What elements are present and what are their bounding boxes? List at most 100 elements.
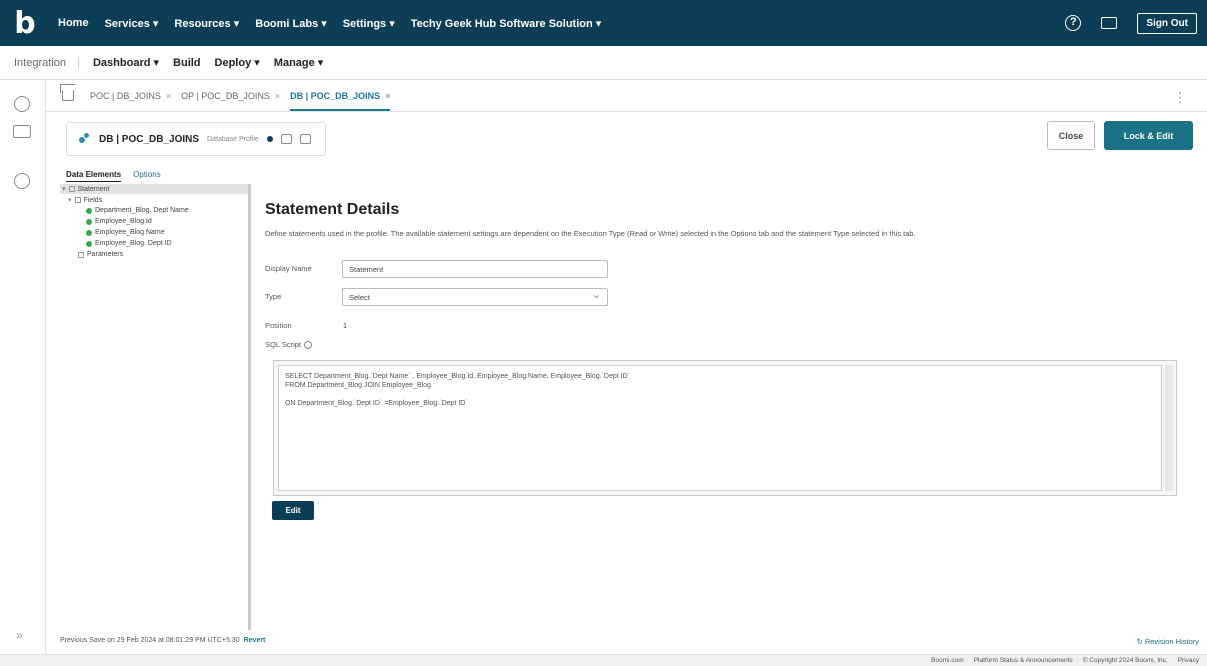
nav-right-actions: ? Sign Out [1065,12,1197,34]
checkbox[interactable] [78,251,84,258]
expand-rail-icon[interactable]: » [16,628,23,642]
more-options-icon[interactable]: ⋮ [1173,89,1187,106]
type-select-value: Select [349,293,370,302]
component-type-tag: Database Profile [207,135,259,143]
left-panel-tabs: Data Elements Options [66,170,161,182]
checkbox[interactable] [74,197,81,203]
sql-line: SELECT Department_Blog.`Dept Name` , Emp… [285,373,630,380]
mail-icon[interactable] [1101,17,1118,29]
tab-data-elements[interactable]: Data Elements [66,170,122,182]
tab-db-poc-db-joins[interactable]: DB | POC_DB_JOINS × [290,90,391,111]
tree-node-label: Employee_Blog.Id [95,218,152,225]
tree-node-statement[interactable]: ▾ Statement [62,185,110,194]
field-status-icon [86,207,92,214]
component-explorer-icon[interactable] [14,96,30,112]
nav-boomi-labs[interactable]: Boomi Labs ▾ [255,17,327,30]
component-tab-strip: POC | DB_JOINS × OP | POC_DB_JOINS × DB | … [46,80,1207,112]
home-icon[interactable] [62,90,74,101]
display-name-label: Display Name [265,264,312,273]
top-nav-bar: b Home Services ▾ Resources ▾ Boomi Labs… [0,0,1207,46]
tree-node-field[interactable]: Department_Blog. Dept Name [86,207,189,214]
page-title: Statement Details [265,201,400,218]
sql-line [285,390,1155,399]
position-label: Position [265,321,292,330]
component-header: DB | POC_DB_JOINS Database Profile [66,122,326,156]
checkbox[interactable] [68,186,75,192]
subnav-deploy[interactable]: Deploy ▾ [215,56,260,69]
tab-label: DB | POC_DB_JOINS [290,90,381,101]
tab-label: POC | DB_JOINS [90,90,161,101]
revert-link[interactable]: Revert [244,637,266,644]
tab-op-poc-db-joins[interactable]: OP | POC_DB_JOINS × [181,91,280,101]
database-profile-icon [79,133,91,145]
nav-account[interactable]: Techy Geek Hub Software Solution ▾ [411,17,602,30]
tab-options[interactable]: Options [133,170,161,182]
book-icon[interactable] [13,125,31,138]
expand-icon[interactable]: ▾ [62,185,66,193]
footer-link-boomi[interactable]: Boomi.com [931,657,964,664]
close-tab-icon[interactable]: × [166,91,171,101]
tree-node-label: Fields [83,196,103,204]
position-value: 1 [343,321,348,330]
tree-node-label: Statement [77,185,110,193]
left-rail: » [0,80,46,654]
nav-resources[interactable]: Resources ▾ [174,17,239,30]
revision-history-label: Revision History [1144,637,1199,646]
tree-node-field[interactable]: Employee_Blog. Dept ID [86,240,172,247]
tab-label: OP | POC_DB_JOINS [181,90,270,101]
subnav-manage[interactable]: Manage ▾ [274,56,324,69]
panel-resize-handle[interactable] [248,184,251,630]
help-icon[interactable]: ? [1065,15,1082,31]
tree-node-field[interactable]: Employee_Blog.Name [86,229,165,236]
nav-services[interactable]: Services ▾ [105,17,159,30]
type-select[interactable]: Select [342,288,608,306]
save-status: Previous Save on 29 Feb 2024 at 08:01:29… [60,637,265,644]
lock-edit-button[interactable]: Lock & Edit [1104,121,1193,150]
sign-out-button[interactable]: Sign Out [1137,12,1197,34]
info-icon[interactable] [299,134,311,144]
sql-line: ON Department_Blog.`Dept ID` =Employee_B… [285,400,468,407]
page-description: Define statements used in the profile. T… [265,229,916,238]
sql-line: FROM Department_Blog JOIN Employee_Blog [285,382,431,389]
nav-home[interactable]: Home [58,17,89,29]
status-dot [266,136,273,142]
close-tab-icon[interactable]: × [385,91,390,101]
expand-icon[interactable]: ▾ [68,196,72,204]
tree-node-field[interactable]: Employee_Blog.Id [86,218,152,225]
integration-label[interactable]: Integration [14,56,79,69]
sql-script-textarea[interactable]: SELECT Department_Blog.`Dept Name` , Emp… [278,365,1162,491]
tree-node-label: Parameters [87,251,124,258]
history-icon: ↻ [1136,637,1145,646]
footer-copyright: © Copyright 2024 Boomi, Inc. [1082,657,1168,664]
sql-script-label: SQL Script [265,340,312,350]
data-elements-tree: ▾ Statement ▾ Fields Department_Blog. Dept… [60,184,250,624]
main-nav-menu: Home Services ▾ Resources ▾ Boomi Labs ▾… [58,17,601,30]
nav-settings[interactable]: Settings ▾ [343,17,395,30]
tree-node-label: Department_Blog. Dept Name [95,207,189,214]
boomi-logo[interactable]: b [0,0,50,46]
field-status-icon [86,218,92,225]
tree-node-fields[interactable]: ▾ Fields [68,196,103,205]
close-button[interactable]: Close [1047,121,1095,150]
page-footer: Boomi.com Platform Status & Announcement… [0,654,1207,666]
subnav-build[interactable]: Build [173,57,201,69]
field-status-icon [86,240,92,247]
tree-node-parameters[interactable]: Parameters [78,251,123,258]
sql-script-editor: SELECT Department_Blog.`Dept Name` , Emp… [273,360,1177,496]
footer-link-privacy[interactable]: Privacy [1178,657,1199,664]
folder-icon[interactable] [280,134,292,144]
sql-script-label-text: SQL Script [265,340,301,349]
close-tab-icon[interactable]: × [275,91,280,101]
type-label: Type [265,292,282,301]
tab-poc-db-joins[interactable]: POC | DB_JOINS × [90,91,171,101]
edit-button[interactable]: Edit [272,501,314,520]
display-name-input[interactable]: Statement [342,260,608,278]
tree-node-label: Employee_Blog.Name [95,229,165,236]
footer-link-status[interactable]: Platform Status & Announcements [974,657,1073,664]
subnav-dashboard[interactable]: Dashboard ▾ [93,56,159,69]
search-icon[interactable] [14,173,30,189]
save-status-text: Previous Save on 29 Feb 2024 at 08:01:29… [60,637,240,644]
info-icon[interactable] [303,341,312,350]
revision-history-link[interactable]: ↻ Revision History [1136,637,1199,646]
sql-scrollbar[interactable] [1165,365,1173,491]
